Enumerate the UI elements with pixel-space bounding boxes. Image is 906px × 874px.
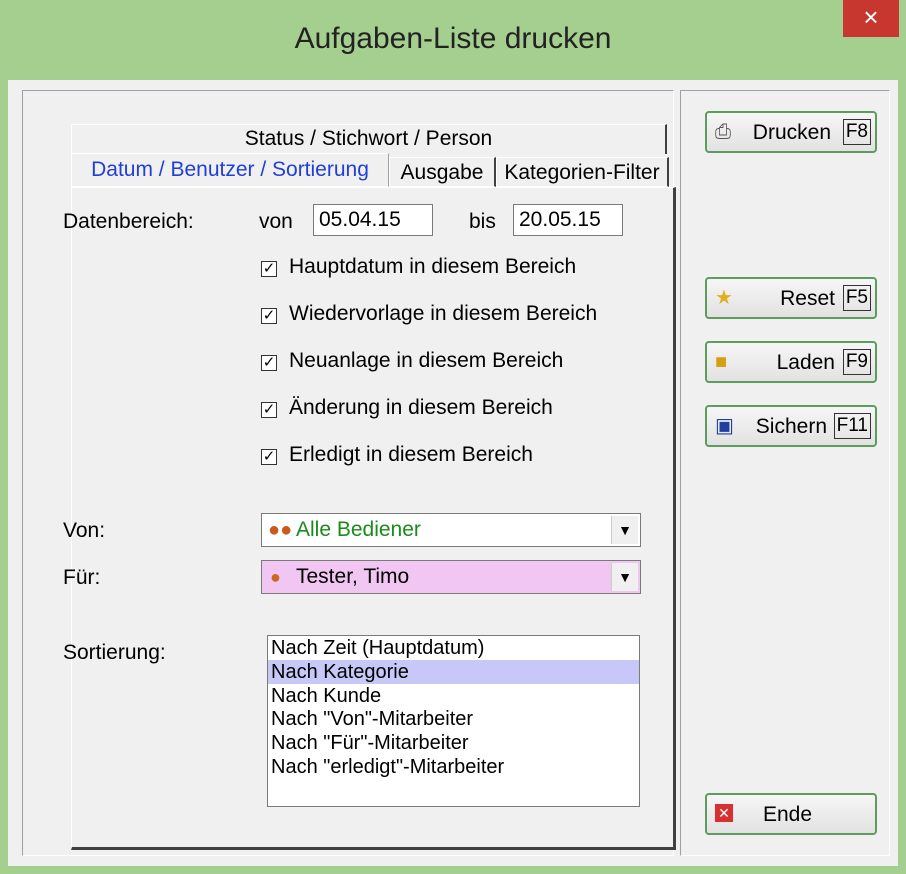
list-item[interactable]: Nach Kunde bbox=[268, 684, 639, 708]
list-item[interactable]: Nach "Von"-Mitarbeiter bbox=[268, 707, 639, 731]
neuanlage-checkbox-label: Neuanlage in diesem Bereich bbox=[289, 349, 564, 372]
list-item[interactable]: Nach "Für"-Mitarbeiter bbox=[268, 731, 639, 755]
folder-open-icon: ■ bbox=[715, 351, 728, 373]
checkmark-icon: ✓ bbox=[262, 448, 276, 465]
title-bar[interactable]: Aufgaben-Liste drucken × bbox=[0, 0, 906, 80]
drucken-shortcut: F8 bbox=[842, 119, 871, 145]
laden-button-label: Laden bbox=[776, 351, 835, 374]
sichern-shortcut: F11 bbox=[833, 413, 871, 439]
erledigt-checkbox[interactable]: ✓ bbox=[261, 449, 277, 465]
drucken-button[interactable]: ⎙ Drucken F8 bbox=[705, 111, 877, 153]
laden-shortcut: F9 bbox=[842, 349, 871, 375]
chevron-down-icon[interactable]: ▼ bbox=[611, 563, 638, 591]
printer-icon: ⎙ bbox=[715, 121, 731, 143]
drucken-button-label: Drucken bbox=[752, 121, 831, 144]
ende-button[interactable]: ✕ Ende bbox=[705, 793, 877, 835]
list-item[interactable]: Nach Kategorie bbox=[268, 659, 639, 684]
aenderung-checkbox-label: Änderung in diesem Bereich bbox=[289, 396, 553, 419]
wiedervorlage-checkbox[interactable]: ✓ bbox=[261, 308, 277, 324]
user-icon: ● bbox=[270, 567, 281, 587]
bis-date-label: bis bbox=[469, 210, 496, 233]
von-label: Von: bbox=[63, 519, 106, 542]
chevron-down-icon[interactable]: ▼ bbox=[611, 516, 638, 544]
close-button[interactable]: × bbox=[843, 0, 899, 37]
reset-shortcut: F5 bbox=[842, 285, 871, 311]
tab-kategorien-filter[interactable]: Kategorien-Filter bbox=[496, 157, 669, 187]
fuer-select-value: Tester, Timo bbox=[296, 565, 410, 588]
hauptdatum-checkbox[interactable]: ✓ bbox=[261, 261, 277, 277]
sichern-button-label: Sichern bbox=[755, 415, 827, 438]
window-title: Aufgaben-Liste drucken bbox=[294, 22, 612, 55]
hauptdatum-checkbox-label: Hauptdatum in diesem Bereich bbox=[289, 255, 577, 278]
von-select-value: Alle Bediener bbox=[296, 518, 421, 541]
fuer-select[interactable]: ● Tester, Timo ▼ bbox=[261, 560, 641, 594]
von-date-field[interactable]: 05.04.15 bbox=[313, 204, 433, 236]
aenderung-checkbox[interactable]: ✓ bbox=[261, 402, 277, 418]
dialog-client-area: Status / Stichwort / Person Datum / Benu… bbox=[8, 80, 898, 866]
dialog-window: Aufgaben-Liste drucken × Status / Stichw… bbox=[0, 0, 906, 874]
ende-button-label: Ende bbox=[763, 803, 813, 826]
datenbereich-label: Datenbereich: bbox=[63, 210, 194, 233]
reset-button[interactable]: ★ Reset F5 bbox=[705, 277, 877, 319]
list-item[interactable]: Nach Zeit (Hauptdatum) bbox=[268, 636, 639, 660]
tab-datum-benutzer-sortierung[interactable]: Datum / Benutzer / Sortierung bbox=[71, 153, 389, 187]
von-date-label: von bbox=[259, 210, 293, 233]
von-select[interactable]: ●● Alle Bediener ▼ bbox=[261, 513, 641, 547]
fuer-label: Für: bbox=[63, 566, 101, 589]
checkmark-icon: ✓ bbox=[262, 307, 276, 324]
checkmark-icon: ✓ bbox=[262, 401, 276, 418]
close-icon: × bbox=[863, 2, 879, 32]
wiedervorlage-checkbox-label: Wiedervorlage in diesem Bereich bbox=[289, 302, 598, 325]
sichern-button[interactable]: ▣ Sichern F11 bbox=[705, 405, 877, 447]
star-icon: ★ bbox=[715, 287, 733, 309]
floppy-disk-icon: ▣ bbox=[715, 415, 734, 437]
checkmark-icon: ✓ bbox=[262, 354, 276, 371]
checkmark-icon: ✓ bbox=[262, 260, 276, 277]
erledigt-checkbox-label: Erledigt in diesem Bereich bbox=[289, 443, 533, 466]
laden-button[interactable]: ■ Laden F9 bbox=[705, 341, 877, 383]
neuanlage-checkbox[interactable]: ✓ bbox=[261, 355, 277, 371]
tab-ausgabe[interactable]: Ausgabe bbox=[389, 157, 496, 187]
bis-date-field[interactable]: 20.05.15 bbox=[513, 204, 623, 236]
sortierung-label: Sortierung: bbox=[63, 641, 166, 664]
actions-group: ⎙ Drucken F8 ★ Reset F5 ■ Laden F9 ▣ Sic… bbox=[680, 90, 890, 856]
reset-button-label: Reset bbox=[780, 287, 835, 310]
list-item[interactable]: Nach "erledigt"-Mitarbeiter bbox=[268, 755, 639, 779]
users-icon: ●● bbox=[268, 519, 293, 541]
tab-status-stichwort-person[interactable]: Status / Stichwort / Person bbox=[71, 124, 667, 154]
close-icon: ✕ bbox=[715, 804, 733, 822]
options-group: Status / Stichwort / Person Datum / Benu… bbox=[22, 90, 676, 856]
sortierung-list[interactable]: Nach Zeit (Hauptdatum) Nach Kategorie Na… bbox=[267, 635, 640, 807]
